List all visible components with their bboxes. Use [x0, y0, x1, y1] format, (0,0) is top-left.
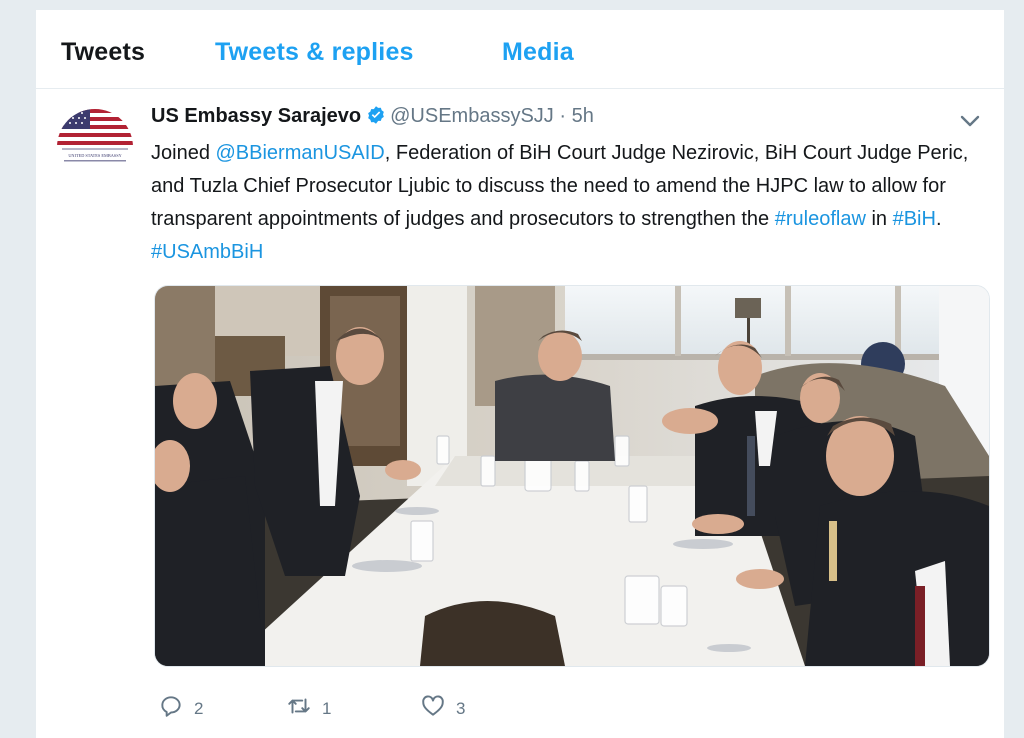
- tweet[interactable]: UNITED STATES EMBASSY US Embassy Sarajev…: [36, 89, 1004, 738]
- author-handle[interactable]: @USEmbassySJJ: [390, 105, 554, 127]
- retweet-count: 1: [322, 698, 332, 718]
- reply-button[interactable]: 2: [158, 693, 203, 724]
- meeting-photo-image: [155, 286, 989, 666]
- like-count: 3: [456, 698, 466, 718]
- tweet-timestamp[interactable]: 5h: [572, 105, 594, 127]
- tab-media[interactable]: Media: [502, 38, 574, 67]
- like-button[interactable]: 3: [420, 693, 465, 724]
- reply-icon: [158, 693, 184, 724]
- text-segment: in: [865, 208, 893, 230]
- retweet-icon: [286, 693, 312, 724]
- retweet-button[interactable]: 1: [286, 693, 331, 724]
- us-flag-seal-image: UNITED STATES EMBASSY: [57, 109, 133, 162]
- text-segment: .: [935, 208, 942, 230]
- hashtag-link-ruleoflaw[interactable]: #ruleoflaw: [775, 208, 866, 230]
- tweet-photo[interactable]: [154, 285, 990, 667]
- tab-tweets-and-replies[interactable]: Tweets & replies: [215, 38, 414, 67]
- avatar-caption: UNITED STATES EMBASSY: [68, 153, 121, 158]
- hashtag-link-bih[interactable]: #BiH: [893, 208, 936, 230]
- reply-count: 2: [194, 698, 204, 718]
- verified-badge-icon: [366, 105, 386, 131]
- like-icon: [420, 693, 446, 724]
- profile-timeline-card: Tweets Tweets & replies Media UNITED STA…: [36, 10, 1004, 738]
- avatar[interactable]: UNITED STATES EMBASSY: [56, 107, 134, 167]
- author-name[interactable]: US Embassy Sarajevo: [151, 105, 361, 127]
- hashtag-link-usambbih[interactable]: #USAmbBiH: [151, 241, 263, 263]
- text-segment: Joined: [151, 142, 216, 164]
- timeline-tabs: Tweets Tweets & replies Media: [36, 10, 1004, 89]
- tweet-header: US Embassy Sarajevo @USEmbassySJJ · 5h: [151, 105, 594, 131]
- chevron-down-icon[interactable]: [958, 109, 982, 133]
- tab-tweets[interactable]: Tweets: [61, 38, 145, 67]
- tweet-text: Joined @BBiermanUSAID, Federation of BiH…: [151, 137, 981, 269]
- header-separator: ·: [559, 105, 567, 127]
- mention-link[interactable]: @BBiermanUSAID: [216, 142, 385, 164]
